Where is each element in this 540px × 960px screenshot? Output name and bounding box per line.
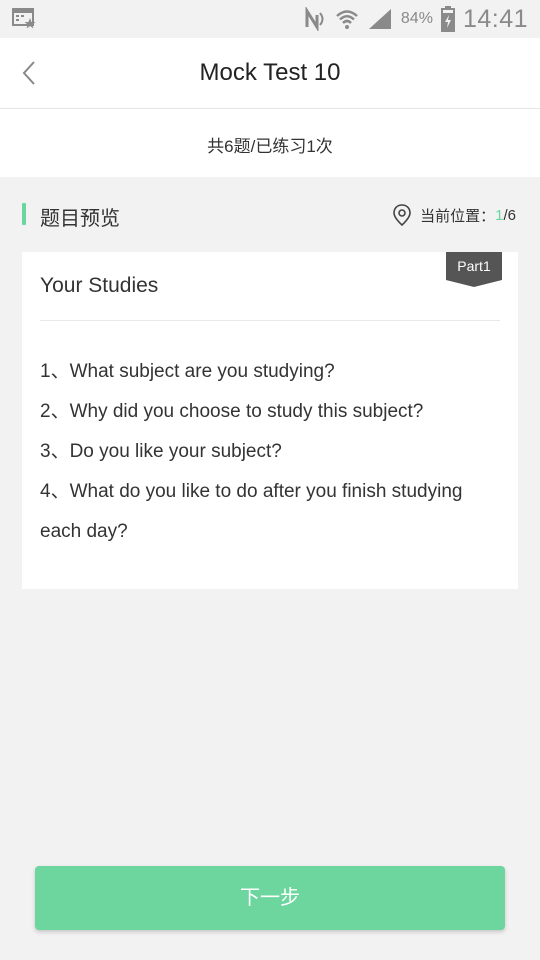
question-card: Part1 Your Studies 1、What subject are yo… bbox=[22, 252, 518, 589]
test-summary-text: 共6题/已练习1次 bbox=[207, 137, 333, 156]
test-summary-bar: 共6题/已练习1次 bbox=[0, 109, 540, 177]
status-bar: 84% 14:41 bbox=[0, 0, 540, 38]
question-item: 3、Do you like your subject? bbox=[40, 441, 282, 462]
question-item: 1、What subject are you studying? bbox=[40, 361, 335, 382]
part-tag-label: Part1 bbox=[457, 258, 491, 274]
position-total: /6 bbox=[503, 206, 516, 224]
section-accent-bar bbox=[22, 203, 26, 225]
question-item: 2、Why did you choose to study this subje… bbox=[40, 401, 424, 422]
topic-title: Your Studies bbox=[40, 274, 159, 297]
question-list: 1、What subject are you studying? 2、Why d… bbox=[40, 352, 488, 552]
section-title: 题目预览 bbox=[40, 208, 120, 230]
wifi-icon bbox=[336, 10, 358, 29]
section-header: 题目预览 当前位置： 1 /6 bbox=[0, 196, 540, 234]
nfc-icon bbox=[305, 7, 324, 31]
clock-time: 14:41 bbox=[462, 4, 528, 33]
location-pin-icon bbox=[393, 204, 411, 226]
current-position: 当前位置： 1 /6 bbox=[392, 204, 516, 226]
calendar-star-icon bbox=[12, 8, 36, 29]
question-item: 4、What do you like to do after you finis… bbox=[40, 481, 463, 542]
part-tag: Part1 bbox=[446, 252, 502, 287]
position-current: 1 bbox=[495, 206, 504, 224]
top-app-bar: Mock Test 10 bbox=[0, 38, 540, 109]
page-title: Mock Test 10 bbox=[199, 59, 341, 86]
position-label: 当前位置： bbox=[420, 207, 496, 225]
next-step-button[interactable]: 下一步 bbox=[35, 866, 505, 930]
signal-icon bbox=[368, 9, 391, 29]
battery-percent: 84% bbox=[400, 10, 433, 27]
divider bbox=[40, 320, 500, 321]
battery-charging-icon bbox=[440, 6, 455, 32]
